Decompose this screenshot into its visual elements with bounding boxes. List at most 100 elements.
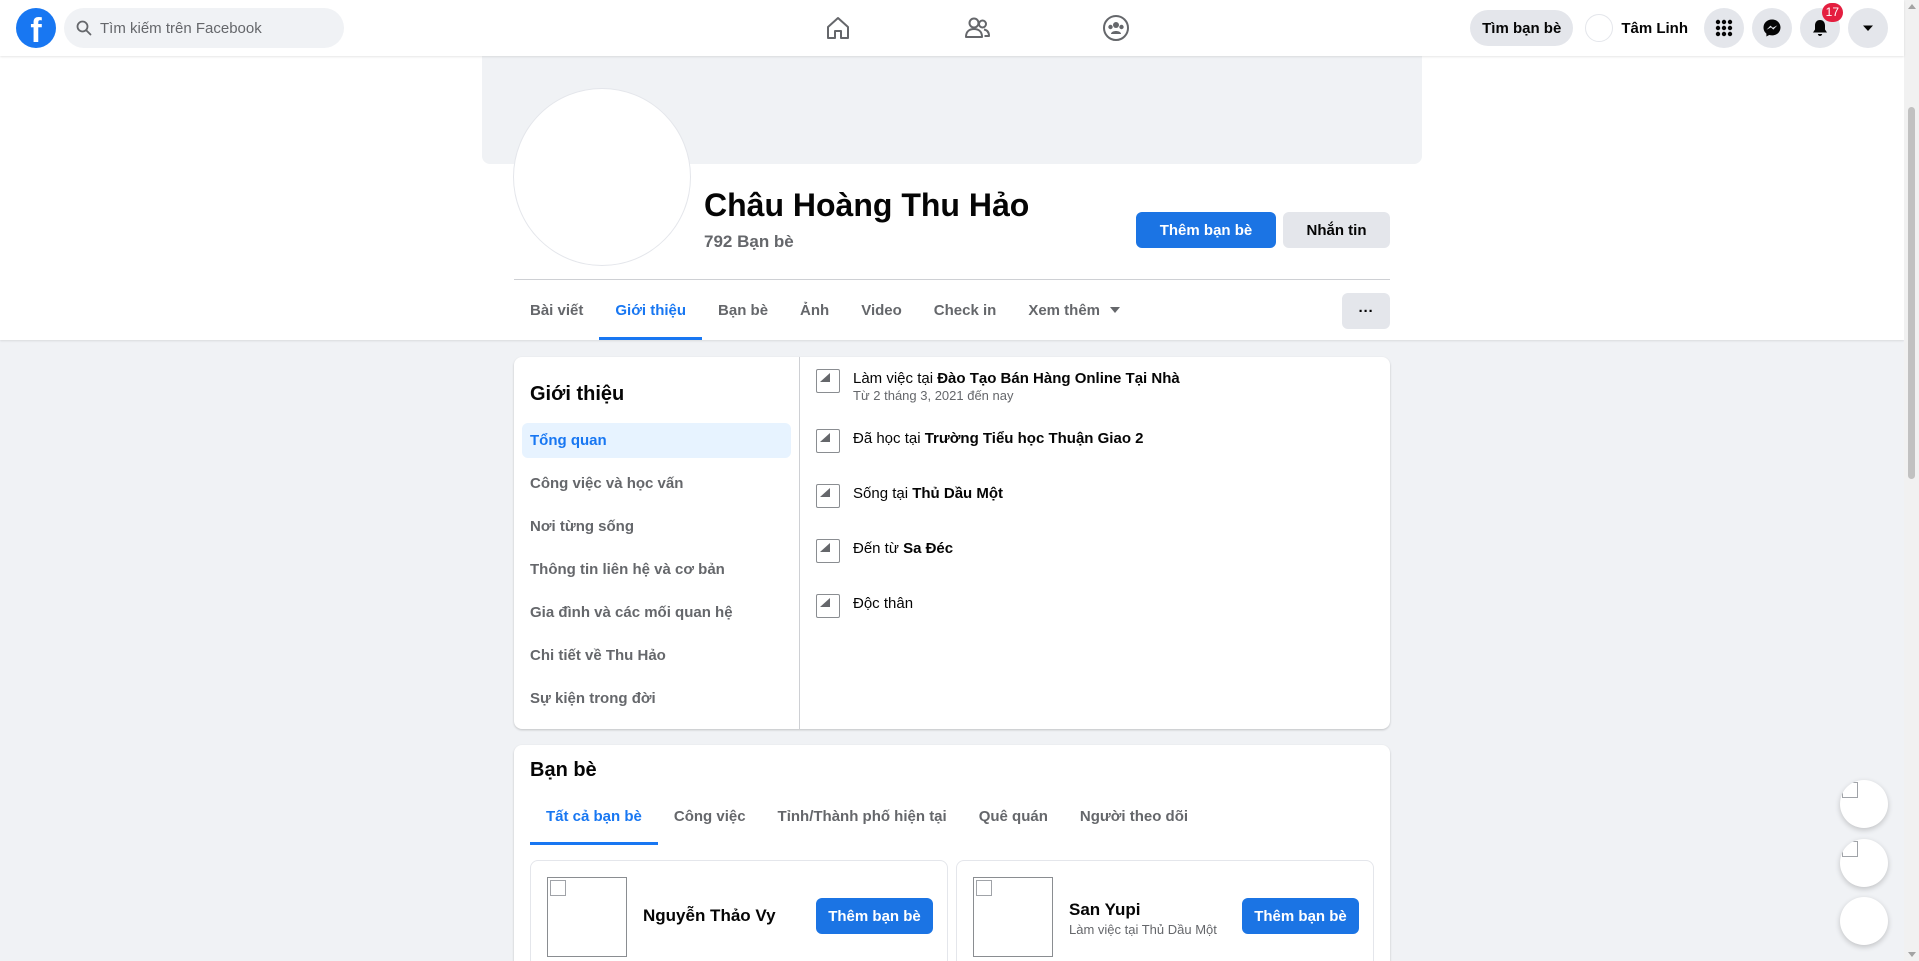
messenger-button[interactable] (1752, 8, 1792, 48)
about-card: Giới thiệu Tổng quan Công việc và học vấ… (514, 357, 1390, 729)
page-scrollbar[interactable] (1904, 0, 1919, 961)
about-title: Giới thiệu (530, 382, 625, 405)
find-friends-button[interactable]: Tìm bạn bè (1470, 10, 1574, 46)
more-options-button[interactable]: ··· (1342, 293, 1390, 329)
about-row-subtext: Từ 2 tháng 3, 2021 đến nay (853, 388, 1014, 403)
tab-posts[interactable]: Bài viết (514, 280, 599, 340)
friend-subtitle: Làm việc tại Thủ Dầu Một (1069, 922, 1217, 937)
about-row-education: Đã học tại Trường Tiểu học Thuận Giao 2 (816, 429, 1374, 453)
tab-label: Giới thiệu (615, 301, 687, 319)
current-city-link[interactable]: Thủ Dầu Một (912, 485, 1003, 502)
tab-friends[interactable]: Bạn bè (702, 280, 784, 340)
caret-down-icon (1863, 25, 1873, 31)
hometown-link[interactable]: Sa Đéc (903, 540, 953, 557)
top-navigation-bar: f Tìm bạn bè Tâm Linh 17 (0, 0, 1904, 56)
friend-item: Nguyễn Thảo Vy Thêm bạn bè (530, 860, 948, 961)
tab-photos[interactable]: Ảnh (784, 280, 845, 340)
tab-label: Ảnh (800, 301, 830, 319)
heart-icon (816, 594, 840, 618)
about-row-text: Sống tại Thủ Dầu Một (853, 485, 1004, 502)
about-row-text: Đến từ Sa Đéc (853, 540, 954, 557)
tab-more[interactable]: Xem thêm (1012, 280, 1136, 340)
caret-down-icon (1110, 307, 1121, 313)
about-nav-overview[interactable]: Tổng quan (522, 423, 791, 458)
profile-shortcut[interactable]: Tâm Linh (1581, 10, 1696, 46)
facebook-logo[interactable]: f (16, 8, 56, 48)
scroll-up-arrow[interactable] (1908, 4, 1916, 9)
education-icon (816, 429, 840, 453)
tab-all-friends[interactable]: Tất cả bạn bè (530, 787, 658, 845)
notification-badge: 17 (1821, 3, 1843, 22)
avatar (1585, 14, 1614, 42)
grid-menu-icon (1715, 19, 1733, 37)
nav-friends[interactable] (907, 0, 1046, 56)
user-name: Tâm Linh (1621, 19, 1688, 37)
scroll-down-arrow[interactable] (1908, 952, 1916, 957)
about-sidebar: Giới thiệu Tổng quan Công việc và học vấ… (514, 357, 800, 729)
tab-label: Bài viết (530, 301, 584, 319)
tab-work[interactable]: Công việc (658, 787, 762, 845)
about-row-current-city: Sống tại Thủ Dầu Một (816, 484, 1374, 508)
home-location-icon (816, 484, 840, 508)
school-link[interactable]: Trường Tiểu học Thuận Giao 2 (925, 430, 1144, 447)
about-nav-details[interactable]: Chi tiết về Thu Hảo (522, 638, 791, 673)
search-box[interactable] (64, 8, 344, 48)
tab-label: Xem thêm (1028, 301, 1101, 319)
home-icon (826, 17, 849, 39)
tab-videos[interactable]: Video (845, 280, 918, 340)
about-nav-work-education[interactable]: Công việc và học vấn (522, 466, 791, 501)
notifications-button[interactable]: 17 (1800, 3, 1843, 48)
about-nav-contact-info[interactable]: Thông tin liên hệ và cơ bản (522, 552, 791, 587)
profile-picture[interactable] (514, 89, 690, 265)
about-nav-life-events[interactable]: Sự kiện trong đời (522, 681, 791, 716)
friends-tabs: Tất cả bạn bè Công việc Tỉnh/Thành phố h… (530, 787, 1204, 845)
chat-head[interactable] (1840, 780, 1888, 828)
messenger-icon (1763, 19, 1781, 37)
add-friend-button[interactable]: Thêm bạn bè (1136, 212, 1276, 248)
account-dropdown-button[interactable] (1848, 8, 1888, 48)
about-nav-family[interactable]: Gia đình và các mối quan hệ (522, 595, 791, 630)
message-button[interactable]: Nhắn tin (1283, 212, 1390, 248)
friend-name[interactable]: San Yupi (1069, 900, 1217, 920)
add-friend-button[interactable]: Thêm bạn bè (816, 898, 933, 934)
about-row-text: Độc thân (853, 595, 914, 612)
nav-groups[interactable] (1046, 0, 1185, 56)
main-nav (768, 0, 1185, 56)
groups-icon (1102, 15, 1129, 41)
scrollbar-thumb[interactable] (1908, 107, 1915, 479)
about-row-hometown: Đến từ Sa Đéc (816, 539, 1374, 563)
tab-current-city[interactable]: Tỉnh/Thành phố hiện tại (762, 787, 963, 845)
friends-card: Bạn bè Tất cả bạn bè Công việc Tỉnh/Thàn… (514, 745, 1390, 961)
tab-checkins[interactable]: Check in (918, 280, 1013, 340)
friend-item: San Yupi Làm việc tại Thủ Dầu Một Thêm b… (956, 860, 1374, 961)
friends-icon (964, 17, 990, 38)
friends-title[interactable]: Bạn bè (530, 759, 597, 782)
search-icon (76, 20, 92, 36)
menu-button[interactable] (1704, 8, 1744, 48)
tab-followers[interactable]: Người theo dõi (1064, 787, 1204, 845)
search-input[interactable] (100, 19, 320, 37)
friend-photo[interactable] (973, 877, 1053, 957)
about-row-text: Đã học tại Trường Tiểu học Thuận Giao 2 (853, 430, 1144, 447)
work-icon (816, 369, 840, 393)
friend-photo[interactable] (547, 877, 627, 957)
tab-label: Check in (933, 301, 997, 319)
chat-head[interactable] (1840, 839, 1888, 887)
tab-hometown[interactable]: Quê quán (963, 787, 1064, 845)
about-nav-places-lived[interactable]: Nơi từng sống (522, 509, 791, 544)
about-row-relationship: Độc thân (816, 594, 1374, 618)
about-overview: Làm việc tại Đào Tạo Bán Hàng Online Tại… (800, 357, 1390, 729)
friend-count[interactable]: 792 Bạn bè (704, 232, 794, 252)
account-controls: Tìm bạn bè Tâm Linh 17 (1470, 3, 1888, 48)
tab-about[interactable]: Giới thiệu (599, 280, 702, 340)
tab-label: Bạn bè (718, 301, 769, 319)
friend-name[interactable]: Nguyễn Thảo Vy (643, 906, 776, 926)
add-friend-button[interactable]: Thêm bạn bè (1242, 898, 1359, 934)
about-row-work: Làm việc tại Đào Tạo Bán Hàng Online Tại… (816, 369, 1374, 403)
nav-home[interactable] (768, 0, 907, 56)
tab-label: Video (861, 301, 902, 319)
profile-name: Châu Hoàng Thu Hảo (704, 187, 1030, 223)
new-message-bubble[interactable] (1840, 897, 1888, 945)
location-pin-icon (816, 539, 840, 563)
workplace-link[interactable]: Đào Tạo Bán Hàng Online Tại Nhà (937, 370, 1180, 387)
